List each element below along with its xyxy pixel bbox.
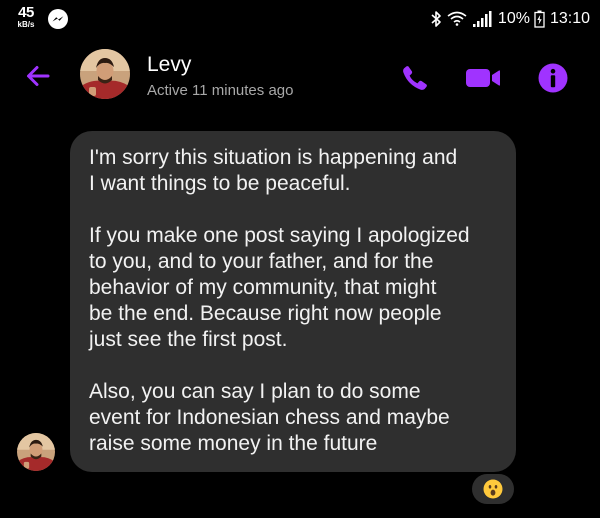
astonished-face-emoji-icon <box>483 479 503 499</box>
message-paragraph: Also, you can say I plan to do some even… <box>89 379 502 457</box>
battery-charging-icon <box>534 10 545 28</box>
wifi-icon <box>446 10 468 28</box>
message-reaction[interactable] <box>472 474 514 504</box>
voice-call-button[interactable] <box>399 62 431 94</box>
network-speed-unit: kB/s <box>17 20 35 29</box>
battery-percent: 10% <box>497 10 530 27</box>
status-bar: 45 kB/s 10% 13:10 <box>0 0 600 36</box>
back-arrow-icon <box>27 66 50 86</box>
message-line: to you, and to your father, and for the <box>89 250 434 273</box>
network-speed: 45 kB/s <box>10 5 42 29</box>
message-line: event for Indonesian chess and maybe <box>89 406 450 429</box>
message-line: be the end. Because right now people <box>89 302 442 325</box>
message-line: just see the first post. <box>89 328 288 351</box>
message-bubble[interactable]: I'm sorry this situation is happening an… <box>70 131 516 472</box>
message-line: If you make one post saying I apologized <box>89 224 470 247</box>
video-call-button[interactable] <box>464 62 502 94</box>
messenger-notification-icon <box>47 8 69 30</box>
contact-name: Levy <box>147 53 192 76</box>
message-line: I want things to be peaceful. <box>89 172 351 195</box>
message-line: behavior of my community, that might <box>89 276 437 299</box>
message-paragraph: If you make one post saying I apologized… <box>89 223 502 353</box>
back-button[interactable] <box>22 60 54 92</box>
phone-icon <box>403 66 427 90</box>
chat-header: Levy Active 11 minutes ago <box>0 40 600 112</box>
contact-active-status: Active 11 minutes ago <box>147 82 294 99</box>
video-camera-icon <box>466 69 500 87</box>
message-paragraph: I'm sorry this situation is happening an… <box>89 145 502 197</box>
bluetooth-icon <box>430 10 442 28</box>
message-line: raise some money in the future <box>89 432 378 455</box>
signal-icon <box>472 10 492 28</box>
contact-avatar[interactable] <box>80 49 130 99</box>
network-speed-value: 45 <box>18 4 34 21</box>
message-line: I'm sorry this situation is happening an… <box>89 146 458 169</box>
info-icon <box>538 63 568 93</box>
conversation-info-button[interactable] <box>537 62 569 94</box>
message-line: Also, you can say I plan to do some <box>89 380 421 403</box>
status-icons: 10% 13:10 <box>430 8 590 30</box>
sender-avatar[interactable] <box>17 433 55 471</box>
clock: 13:10 <box>549 10 590 27</box>
